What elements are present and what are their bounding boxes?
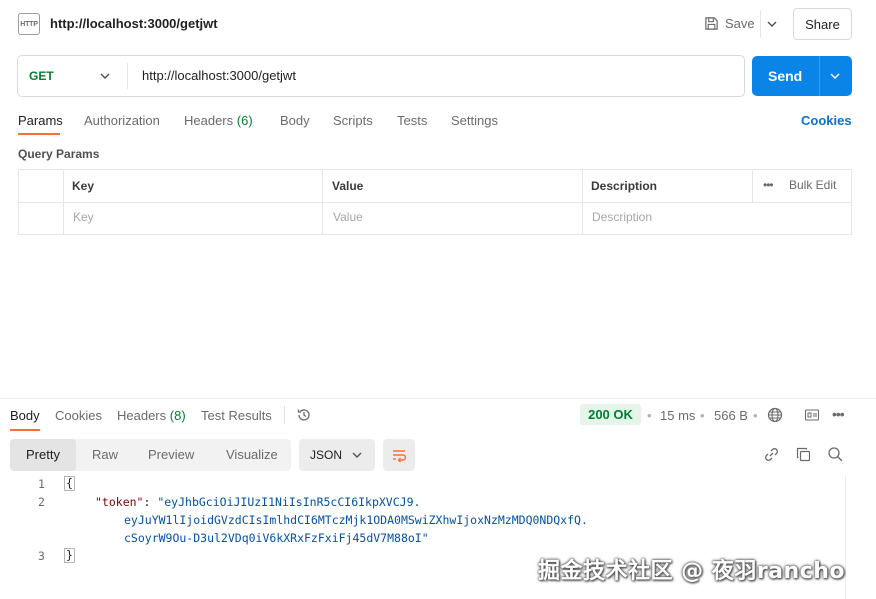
view-pretty-label[interactable]: Pretty bbox=[26, 447, 60, 462]
query-params-table bbox=[18, 169, 852, 235]
save-icon[interactable] bbox=[704, 16, 719, 31]
link-icon[interactable] bbox=[763, 446, 780, 463]
column-header-description: Description bbox=[591, 179, 658, 193]
open-brace: { bbox=[64, 476, 75, 491]
more-options-icon[interactable]: ••• bbox=[763, 178, 774, 192]
tab-headers-count: (6) bbox=[236, 113, 253, 128]
code-close-brace[interactable]: } bbox=[64, 548, 75, 563]
view-visualize-button[interactable]: Visualize bbox=[226, 447, 278, 462]
tab-test-results[interactable]: Test Results bbox=[201, 408, 272, 423]
close-brace: } bbox=[64, 548, 75, 563]
value-input[interactable]: Value bbox=[333, 210, 363, 224]
tab-headers[interactable]: Headers (6) bbox=[184, 113, 253, 128]
row-divider bbox=[19, 202, 851, 203]
column-header-key: Key bbox=[72, 179, 95, 193]
code-line-token[interactable]: "token": "eyJhbGciOiJIUzI1NiIsInR5cCI6Ik… bbox=[95, 495, 420, 509]
globe-icon[interactable] bbox=[767, 407, 783, 423]
save-button[interactable]: Save bbox=[725, 16, 755, 31]
save-response-icon[interactable] bbox=[804, 407, 820, 423]
chevron-down-icon[interactable] bbox=[766, 18, 778, 30]
request-title[interactable]: http://localhost:3000/getjwt bbox=[50, 16, 218, 31]
wrap-lines-icon[interactable] bbox=[390, 446, 408, 464]
status-badge[interactable]: 200 OK bbox=[580, 404, 641, 425]
chevron-down-icon[interactable] bbox=[99, 70, 111, 82]
editor-scrollbar-track[interactable] bbox=[845, 476, 846, 599]
copy-icon[interactable] bbox=[795, 446, 812, 463]
divider bbox=[284, 406, 285, 424]
format-select-label[interactable]: JSON bbox=[310, 448, 342, 462]
chevron-down-icon[interactable] bbox=[351, 449, 363, 461]
divider bbox=[127, 63, 128, 89]
column-divider bbox=[752, 170, 753, 202]
json-key: "token" bbox=[95, 495, 144, 509]
code-open-brace[interactable]: { bbox=[64, 476, 75, 491]
active-tab-indicator bbox=[10, 429, 40, 431]
description-input[interactable]: Description bbox=[592, 210, 652, 224]
method-select[interactable]: GET bbox=[29, 69, 54, 83]
line-number: 3 bbox=[38, 549, 45, 563]
cookies-link[interactable]: Cookies bbox=[801, 113, 852, 128]
line-number: 1 bbox=[38, 477, 45, 491]
key-input[interactable]: Key bbox=[73, 210, 94, 224]
tab-response-cookies[interactable]: Cookies bbox=[55, 408, 102, 423]
tab-authorization[interactable]: Authorization bbox=[84, 113, 160, 128]
tab-tests[interactable]: Tests bbox=[397, 113, 427, 128]
tab-response-headers-count: (8) bbox=[169, 408, 186, 423]
view-preview-button[interactable]: Preview bbox=[148, 447, 194, 462]
history-icon[interactable] bbox=[296, 407, 312, 423]
tab-response-body[interactable]: Body bbox=[10, 408, 40, 423]
divider bbox=[760, 10, 761, 38]
json-string-part[interactable]: eyJuYW1lIjoidGVzdCIsImlhdCI6MTczMjk1ODA0… bbox=[124, 513, 588, 527]
separator-dot: • bbox=[753, 408, 758, 423]
tab-scripts[interactable]: Scripts bbox=[333, 113, 373, 128]
bulk-edit-button[interactable]: Bulk Edit bbox=[789, 178, 836, 192]
line-number: 2 bbox=[38, 495, 45, 509]
share-button[interactable]: Share bbox=[793, 8, 852, 40]
tab-headers-label: Headers bbox=[184, 113, 234, 128]
divider bbox=[819, 56, 820, 96]
response-divider[interactable] bbox=[0, 398, 876, 399]
tab-params[interactable]: Params bbox=[18, 113, 63, 128]
search-icon[interactable] bbox=[827, 446, 844, 463]
separator-dot: • bbox=[647, 408, 652, 423]
tab-settings[interactable]: Settings bbox=[451, 113, 498, 128]
chevron-down-icon[interactable] bbox=[829, 70, 841, 82]
url-input[interactable]: http://localhost:3000/getjwt bbox=[142, 68, 296, 83]
separator-dot: • bbox=[700, 408, 705, 423]
json-string-part: "eyJhbGciOiJIUzI1NiIsInR5cCI6IkpXVCJ9. bbox=[157, 495, 421, 509]
watermark: 掘金技术社区 @ 夜羽rancho bbox=[538, 559, 845, 584]
tab-response-headers[interactable]: Headers (8) bbox=[117, 408, 186, 423]
send-button-label[interactable]: Send bbox=[768, 68, 802, 84]
tab-body[interactable]: Body bbox=[280, 113, 310, 128]
response-size[interactable]: 566 B bbox=[714, 408, 748, 423]
more-options-icon[interactable]: ••• bbox=[832, 406, 845, 422]
json-string-part[interactable]: cSoyrW9Ou-D3ul2VDq0iV6kXRxFzFxiFj45dV7M8… bbox=[124, 531, 429, 545]
query-params-title: Query Params bbox=[18, 147, 100, 161]
active-tab-indicator bbox=[18, 133, 60, 135]
json-colon: : bbox=[143, 495, 158, 509]
response-time[interactable]: 15 ms bbox=[660, 408, 695, 423]
tab-response-headers-label: Headers bbox=[117, 408, 167, 423]
column-header-value: Value bbox=[332, 179, 364, 193]
http-request-icon: HTTP bbox=[18, 13, 40, 35]
view-raw-button[interactable]: Raw bbox=[92, 447, 118, 462]
